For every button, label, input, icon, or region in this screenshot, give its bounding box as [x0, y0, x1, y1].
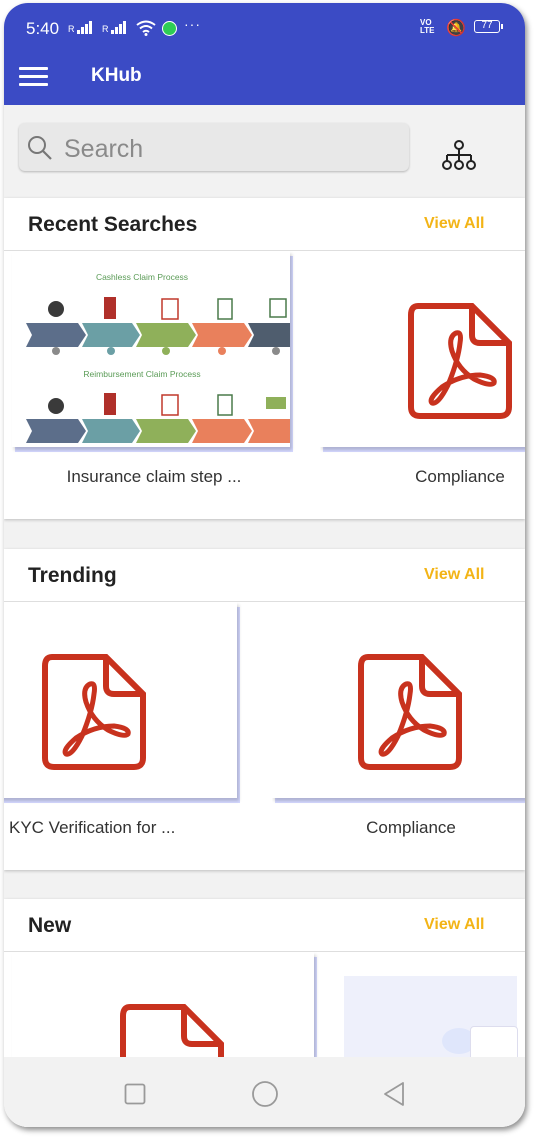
- section-header: Recent Searches View All: [4, 198, 525, 251]
- phone-screen: 5:40 R R ··· VO LTE 🔕 77 KHub Search Rec…: [4, 3, 525, 1127]
- pdf-icon: [408, 303, 512, 419]
- status-bar: 5:40 R R ··· VO LTE 🔕 77: [4, 3, 525, 51]
- view-all-link[interactable]: View All: [424, 215, 484, 233]
- card-kyc-verification[interactable]: KYC Verification for ...: [4, 602, 244, 870]
- card-compliance[interactable]: Compliance: [272, 602, 525, 870]
- org-tree-icon[interactable]: [440, 139, 478, 173]
- card-label: Insurance claim step ...: [66, 467, 242, 486]
- battery-icon: 77: [474, 20, 503, 33]
- back-triangle-icon[interactable]: [382, 1081, 406, 1107]
- view-all-link[interactable]: View All: [424, 916, 484, 934]
- trending-section: Trending View All KYC Verification for .…: [4, 549, 525, 870]
- section-title: Recent Searches: [28, 213, 198, 236]
- card-label: Compliance: [366, 818, 456, 837]
- section-header: New View All: [4, 899, 525, 952]
- app-title: KHub: [91, 65, 142, 86]
- volte-icon: VO LTE: [420, 18, 435, 35]
- system-nav-bar: [4, 1057, 525, 1127]
- pdf-icon: [358, 654, 462, 770]
- card-compliance[interactable]: Compliance: [320, 251, 525, 519]
- claim-process-diagram: Cashless Claim Process Reimbursement Cla…: [26, 272, 290, 443]
- card-thumbnail: [320, 251, 525, 447]
- mute-icon: 🔕: [446, 20, 466, 37]
- section-title: Trending: [28, 564, 117, 587]
- whatsapp-icon: [162, 21, 177, 36]
- pdf-icon: [42, 654, 146, 770]
- section-title: New: [28, 914, 72, 937]
- svg-text:Reimbursement Claim Process: Reimbursement Claim Process: [83, 369, 200, 379]
- view-all-link[interactable]: View All: [424, 566, 484, 584]
- svg-text:Cashless Claim Process: Cashless Claim Process: [96, 272, 188, 282]
- wifi-icon: [136, 20, 156, 36]
- recent-searches-section: Recent Searches View All Cashless Claim …: [4, 198, 525, 519]
- app-bar: KHub: [4, 51, 525, 105]
- card-label: KYC Verification for ...: [9, 818, 176, 837]
- signal-icon: R: [68, 21, 92, 34]
- search-input[interactable]: Search: [19, 123, 409, 171]
- card-insurance-claim[interactable]: Cashless Claim Process Reimbursement Cla…: [4, 251, 304, 519]
- recents-square-icon[interactable]: [124, 1083, 146, 1105]
- card-thumbnail: Cashless Claim Process Reimbursement Cla…: [12, 251, 290, 447]
- menu-icon[interactable]: [18, 64, 50, 90]
- signal-icon-2: R: [102, 21, 126, 34]
- card-label: Compliance: [415, 467, 505, 486]
- status-time: 5:40: [26, 19, 60, 38]
- card-thumbnail: [4, 602, 237, 798]
- search-placeholder: Search: [64, 135, 144, 163]
- more-notifications-icon: ···: [184, 16, 201, 32]
- home-circle-icon[interactable]: [251, 1080, 279, 1108]
- search-icon: [28, 136, 52, 160]
- card-thumbnail: [272, 602, 525, 798]
- section-header: Trending View All: [4, 549, 525, 602]
